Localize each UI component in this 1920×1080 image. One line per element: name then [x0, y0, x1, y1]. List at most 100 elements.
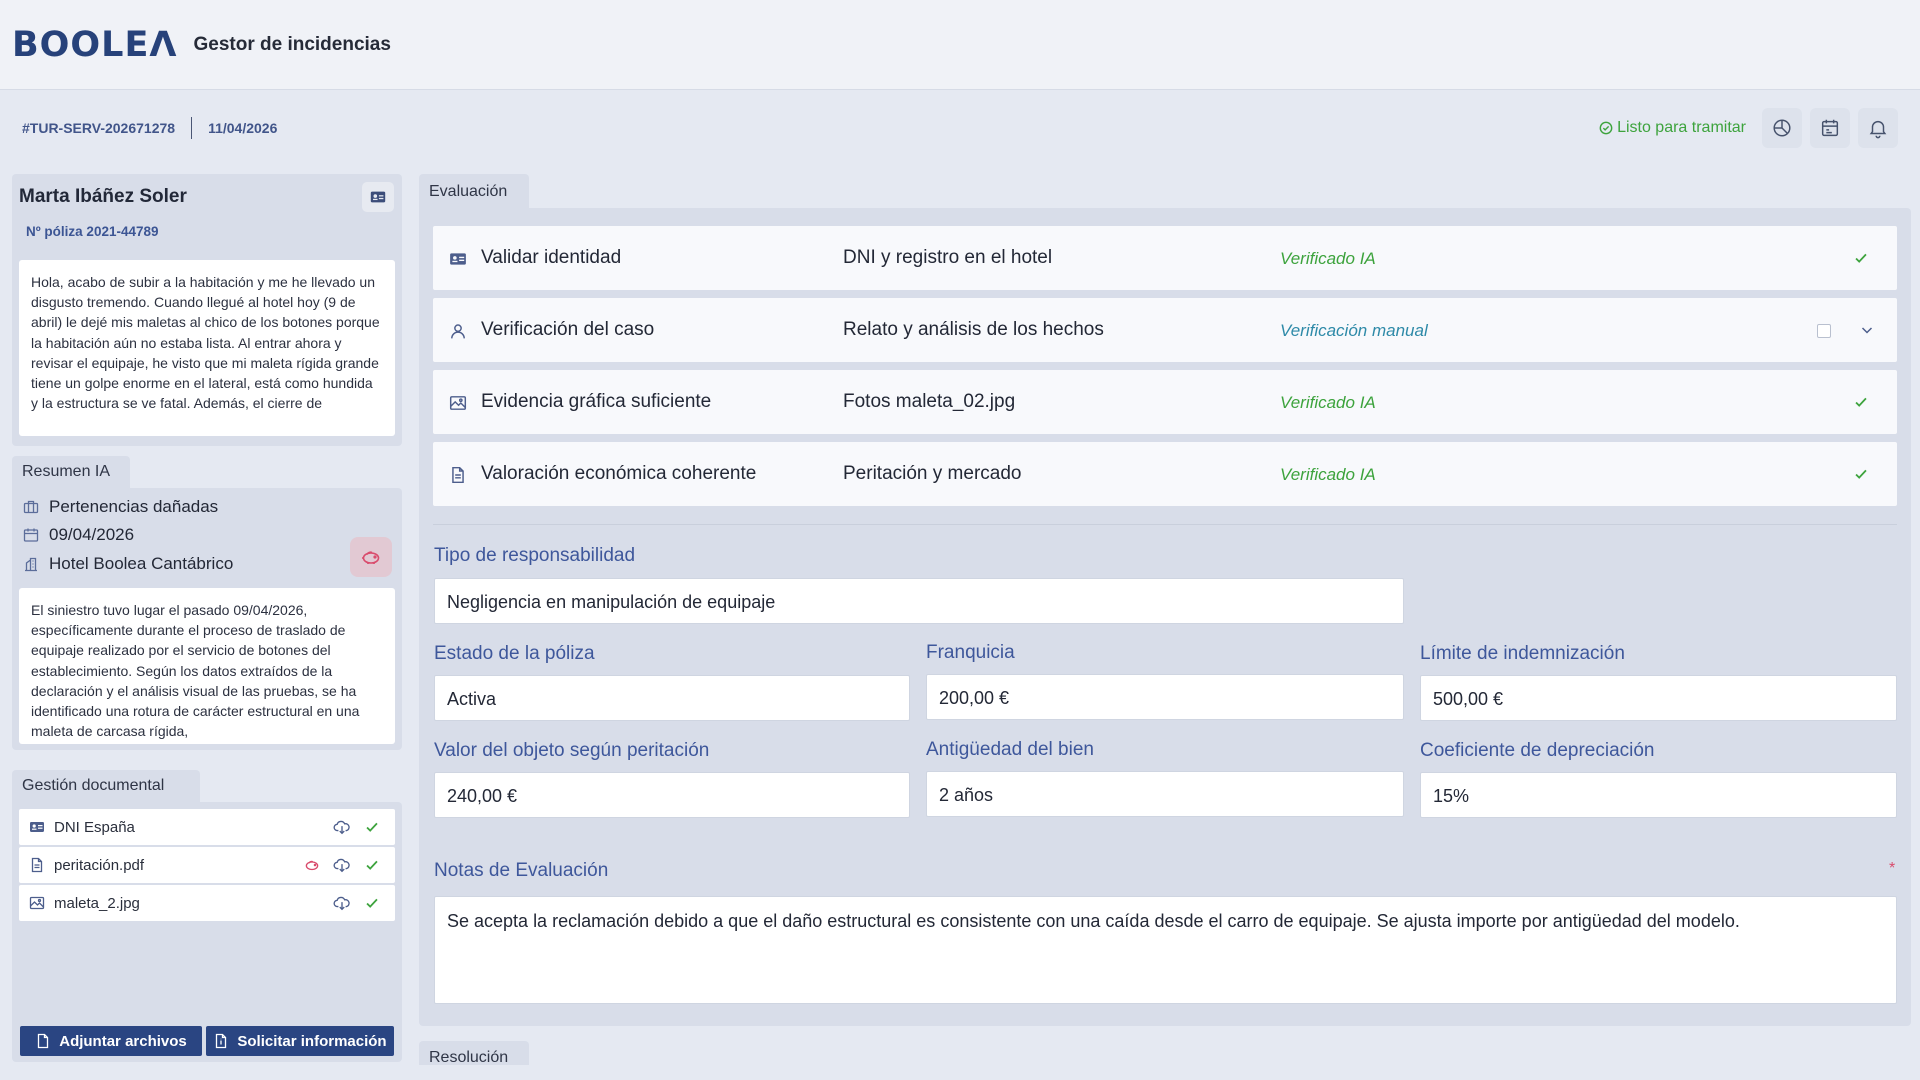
document-icon	[31, 857, 43, 873]
chevron-down-icon[interactable]	[1859, 322, 1875, 338]
calendar-icon	[1821, 119, 1839, 137]
tab-evaluacion[interactable]: Evaluación	[419, 174, 529, 210]
check-circle-icon	[1599, 121, 1613, 135]
tab-gestion-documental[interactable]: Gestión documental	[12, 770, 200, 802]
case-id: #TUR-SERV-202671278	[22, 120, 176, 136]
image-icon	[29, 896, 45, 910]
case-status: Listo para tramitar	[1599, 119, 1746, 137]
check-icon	[1855, 397, 1867, 407]
brand-logo[interactable]: BOOLEΛ	[12, 25, 177, 65]
tab-resolucion[interactable]: Resolución	[419, 1041, 529, 1065]
manual-check-checkbox[interactable]	[1817, 324, 1831, 338]
briefcase-icon	[23, 500, 39, 514]
document-info-icon	[216, 1033, 227, 1049]
check-name: Verificación del caso	[481, 319, 655, 340]
responsibility-field[interactable]: Negligencia en manipulación de equipaje	[434, 578, 1404, 624]
document-actions	[333, 894, 395, 912]
evaluation-notes[interactable]: Se acepta la reclamación debido a que el…	[434, 896, 1897, 1004]
left-column: Marta Ibáñez Soler Nº póliza 2021-44789 …	[12, 174, 402, 1062]
stats-button[interactable]	[1762, 108, 1802, 148]
client-card: Marta Ibáñez Soler Nº póliza 2021-44789 …	[12, 174, 402, 446]
summary-location: Hotel Boolea Cantábrico	[23, 554, 233, 574]
check-source: Fotos maleta_02.jpg	[843, 391, 1016, 412]
document-actions	[333, 818, 395, 836]
document-name: DNI España	[54, 818, 135, 836]
policy-number: Nº póliza 2021-44789	[26, 224, 159, 239]
summary-date: 09/04/2026	[23, 525, 134, 545]
attach-files-label: Adjuntar archivos	[59, 1032, 187, 1050]
document-row[interactable]: maleta_2.jpg	[19, 885, 395, 921]
document-row[interactable]: DNI España	[19, 809, 395, 845]
document-icon	[38, 1033, 49, 1049]
piggy-bank-icon[interactable]	[303, 856, 321, 874]
summary-panel: Pertenencias dañadas 09/04/2026 Hotel Bo…	[12, 488, 402, 750]
summary-text: El siniestro tuvo lugar el pasado 09/04/…	[19, 588, 395, 744]
indemnity-limit-field[interactable]: 500,00 €	[1420, 675, 1897, 721]
required-mark: *	[1889, 860, 1896, 877]
check-source: DNI y registro en el hotel	[843, 247, 1053, 268]
summary-location-label: Hotel Boolea Cantábrico	[49, 554, 234, 573]
pie-chart-icon	[1773, 119, 1791, 137]
id-card-icon	[450, 253, 466, 265]
piggy-bank-button[interactable]	[350, 537, 392, 577]
check-status: Verificado IA	[1280, 465, 1376, 484]
check-status: Verificado IA	[1280, 249, 1376, 268]
piggy-bank-icon	[362, 551, 380, 564]
attach-files-button[interactable]: Adjuntar archivos	[20, 1026, 202, 1056]
user-icon	[451, 324, 465, 339]
appraisal-value-field[interactable]: 240,00 €	[434, 772, 910, 818]
check-icon	[1855, 469, 1867, 479]
document-name: peritación.pdf	[54, 856, 145, 874]
indemnity-limit-label: Límite de indemnización	[1420, 643, 1625, 664]
check-source: Relato y análisis de los hechos	[843, 319, 1104, 340]
cloud-download-icon[interactable]	[333, 894, 351, 912]
request-info-button[interactable]: Solicitar información	[206, 1026, 394, 1056]
bell-icon	[1869, 120, 1887, 139]
calendar-icon	[23, 528, 39, 542]
check-row-case[interactable]: Verificación del caso Relato y análisis …	[433, 298, 1897, 362]
summary-category: Pertenencias dañadas	[23, 497, 218, 517]
documents-panel: DNI España peritación.pdf maleta_2.jpg	[12, 802, 402, 1062]
check-row-valuation[interactable]: Valoración económica coherente Peritació…	[433, 442, 1897, 506]
id-card-icon	[30, 822, 44, 832]
policy-status-label: Estado de la póliza	[434, 643, 595, 664]
policy-status-field[interactable]: Activa	[434, 675, 910, 721]
cloud-download-icon[interactable]	[333, 818, 351, 836]
top-bar: BOOLEΛ Gestor de incidencias	[0, 0, 1920, 90]
client-id-button[interactable]	[362, 182, 394, 212]
divider	[191, 117, 193, 139]
responsibility-label: Tipo de responsabilidad	[434, 545, 636, 566]
client-name: Marta Ibáñez Soler	[19, 186, 187, 207]
check-name: Validar identidad	[481, 247, 622, 268]
client-message[interactable]: Hola, acabo de subir a la habitación y m…	[19, 260, 395, 436]
case-actions: Listo para tramitar	[1599, 108, 1898, 148]
summary-category-label: Pertenencias dañadas	[49, 497, 219, 516]
check-source: Peritación y mercado	[843, 463, 1022, 484]
check-row-identity[interactable]: Validar identidad DNI y registro en el h…	[433, 226, 1897, 290]
document-icon	[452, 466, 464, 484]
check-row-evidence[interactable]: Evidencia gráfica suficiente Fotos malet…	[433, 370, 1897, 434]
case-status-label: Listo para tramitar	[1617, 119, 1746, 136]
image-icon	[449, 396, 467, 410]
check-icon	[366, 860, 378, 870]
item-age-field[interactable]: 2 años	[926, 771, 1404, 817]
notifications-button[interactable]	[1858, 108, 1898, 148]
deductible-field[interactable]: 200,00 €	[926, 674, 1404, 720]
depreciation-field[interactable]: 15%	[1420, 772, 1897, 818]
item-age-label: Antigüedad del bien	[926, 739, 1094, 760]
tab-resumen-ia[interactable]: Resumen IA	[12, 456, 130, 488]
check-icon	[1855, 253, 1867, 263]
appraisal-value-label: Valor del objeto según peritación	[434, 740, 710, 761]
calendar-button[interactable]	[1810, 108, 1850, 148]
check-name: Valoración económica coherente	[481, 463, 757, 484]
case-date: 11/04/2026	[208, 120, 278, 136]
document-row[interactable]: peritación.pdf	[19, 847, 395, 883]
cloud-download-icon[interactable]	[333, 856, 351, 874]
document-actions	[303, 856, 395, 874]
depreciation-label: Coeficiente de depreciación	[1420, 740, 1655, 761]
evaluation-panel: Validar identidad DNI y registro en el h…	[419, 208, 1911, 1026]
check-icon	[366, 898, 378, 908]
deductible-label: Franquicia	[926, 642, 1015, 663]
check-name: Evidencia gráfica suficiente	[481, 391, 712, 412]
app-title: Gestor de incidencias	[193, 33, 391, 55]
